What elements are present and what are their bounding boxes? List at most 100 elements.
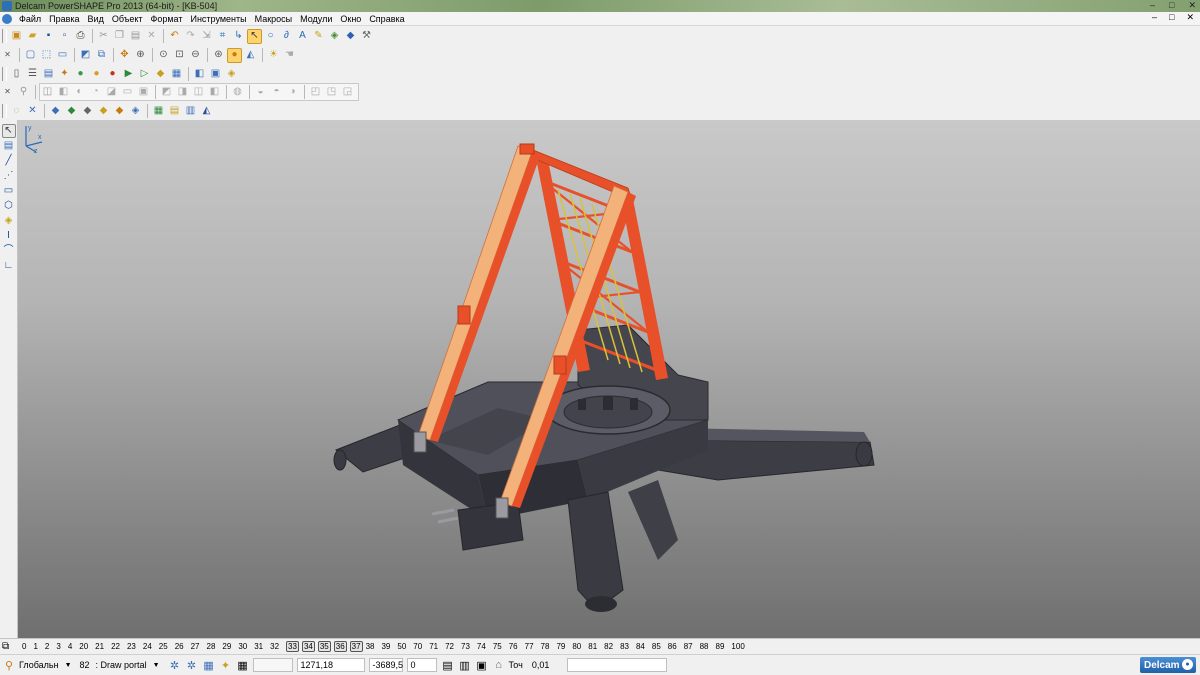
coord-z-field[interactable]: 0 <box>406 658 437 672</box>
dimension-tool-icon[interactable]: ∟ <box>2 259 16 273</box>
mdi-restore-button[interactable]: □ <box>1169 12 1174 23</box>
surface-green-icon[interactable]: ◆ <box>64 104 79 119</box>
copy-icon[interactable]: ❐ <box>112 29 127 44</box>
print-icon[interactable]: ⎙ <box>73 29 88 44</box>
close-button[interactable]: ✕ <box>1188 0 1196 11</box>
stack-icon[interactable]: ◆ <box>343 29 358 44</box>
open-icon[interactable]: ▣ <box>9 29 24 44</box>
level-button[interactable]: 70 <box>413 642 422 651</box>
sphere-red-icon[interactable]: ● <box>105 67 120 82</box>
graphics-viewport[interactable]: y x z <box>18 120 1200 638</box>
blend-icon[interactable]: ◒ <box>253 85 268 100</box>
multi-select-icon[interactable]: ▤ <box>2 139 16 153</box>
attribute-icon[interactable]: ◧ <box>192 67 207 82</box>
active-level-number[interactable]: 82 <box>80 660 90 670</box>
paste-icon[interactable]: ▤ <box>128 29 143 44</box>
level-manager-icon[interactable]: ⧉ <box>2 641 16 653</box>
menu-format[interactable]: Формат <box>147 14 187 24</box>
delete-icon[interactable]: ✕ <box>144 29 159 44</box>
cube-front-icon[interactable]: ⬚ <box>39 48 54 63</box>
paint-icon[interactable]: ✦ <box>57 67 72 82</box>
menu-tools[interactable]: Инструменты <box>186 14 250 24</box>
doc-icon[interactable]: ▯ <box>9 67 24 82</box>
menu-window[interactable]: Окно <box>336 14 365 24</box>
curve-pen-icon[interactable]: ∂ <box>279 29 294 44</box>
shell-icon[interactable]: ▭ <box>120 85 135 100</box>
menu-modules[interactable]: Модули <box>296 14 336 24</box>
level-button[interactable]: 87 <box>684 642 693 651</box>
doc-blue-icon[interactable]: ▤ <box>41 67 56 82</box>
boolean-icon[interactable]: ▣ <box>136 85 151 100</box>
surface-blue-icon[interactable]: ◆ <box>48 104 63 119</box>
layers-icon[interactable]: ◈ <box>327 29 342 44</box>
level-button[interactable]: 31 <box>254 642 263 651</box>
active-level-name[interactable]: : Draw portal <box>96 660 147 670</box>
solid-tool-icon[interactable]: ◈ <box>2 214 16 228</box>
revolve-icon[interactable]: ◐ <box>72 85 87 100</box>
redo-icon[interactable]: ↷ <box>183 29 198 44</box>
level-button[interactable]: 81 <box>588 642 597 651</box>
level-button[interactable]: 83 <box>620 642 629 651</box>
open-folder-icon[interactable]: ▰ <box>25 29 40 44</box>
level-button[interactable]: 39 <box>381 642 390 651</box>
close-toolbar-icon[interactable]: ✕ <box>0 48 15 63</box>
zoom-in-icon[interactable]: ⊕ <box>133 48 148 63</box>
snap-icon[interactable]: ✲ <box>168 658 182 672</box>
workplane-dropdown-icon[interactable]: ▼ <box>65 662 72 669</box>
level-button[interactable]: 88 <box>700 642 709 651</box>
globe-icon[interactable]: ⊛ <box>211 48 226 63</box>
cursor-icon[interactable]: ↖ <box>247 28 262 44</box>
tolerance-icon[interactable]: ⌂ <box>492 658 506 672</box>
pointer-icon[interactable]: ↖ <box>1 124 16 138</box>
offset-icon[interactable]: ◑ <box>285 85 300 100</box>
measure-icon[interactable]: ⌗ <box>215 29 230 44</box>
level-button[interactable]: 29 <box>222 642 231 651</box>
merge-icon[interactable]: ◈ <box>224 67 239 82</box>
export-icon[interactable]: ▣ <box>208 67 223 82</box>
wireframe-icon[interactable]: ◭ <box>243 48 258 63</box>
level-button[interactable]: 21 <box>95 642 104 651</box>
toolbar-handle[interactable] <box>2 29 7 43</box>
circle-icon[interactable]: ○ <box>263 29 278 44</box>
level-button[interactable]: 33 <box>286 641 299 652</box>
rotate-icon[interactable]: ↳ <box>231 29 246 44</box>
level-button[interactable]: 20 <box>79 642 88 651</box>
surface-orange-icon[interactable]: ◆ <box>112 104 127 119</box>
level-button[interactable]: 73 <box>461 642 470 651</box>
union-icon[interactable]: ◨ <box>175 85 190 100</box>
save-icon[interactable]: ▪ <box>41 29 56 44</box>
coord-y-field[interactable]: -3689,5 <box>368 658 403 672</box>
toolbar-handle[interactable] <box>2 104 7 118</box>
menu-edit[interactable]: Правка <box>45 14 83 24</box>
surface-multi-icon[interactable]: ◈ <box>128 104 143 119</box>
arrow-icon[interactable]: ▷ <box>137 67 152 82</box>
undo-icon[interactable]: ↶ <box>167 29 182 44</box>
fillet-icon[interactable]: ◔ <box>88 85 103 100</box>
pin-icon[interactable]: ⚲ <box>16 85 31 100</box>
level-button[interactable]: 80 <box>572 642 581 651</box>
box-icon[interactable]: ▢ <box>23 48 38 63</box>
split-icon[interactable]: ◰ <box>308 85 323 100</box>
document-icon[interactable] <box>2 13 12 24</box>
level-button[interactable]: 28 <box>207 642 216 651</box>
mesh-icon[interactable]: ▦ <box>151 104 166 119</box>
axis-x-icon[interactable]: ✕ <box>25 104 40 119</box>
intersect-icon[interactable]: ◧ <box>207 85 222 100</box>
level-button[interactable]: 76 <box>509 642 518 651</box>
level-button[interactable]: 23 <box>127 642 136 651</box>
calculator-small-icon[interactable]: ▣ <box>475 658 489 672</box>
line-tool-icon[interactable]: ╱ <box>2 154 16 168</box>
level-button[interactable]: 27 <box>191 642 200 651</box>
minimize-button[interactable]: – <box>1150 0 1155 11</box>
curve-tool-icon[interactable]: ⌒ <box>2 244 16 258</box>
level-button[interactable]: 78 <box>541 642 550 651</box>
multi-view-icon[interactable]: ⧉ <box>94 48 109 63</box>
level-button[interactable]: 79 <box>556 642 565 651</box>
tools-icon[interactable]: ⚒ <box>359 29 374 44</box>
polygon-tool-icon[interactable]: ⬡ <box>2 199 16 213</box>
chamfer-icon[interactable]: ◪ <box>104 85 119 100</box>
mirror-icon[interactable]: ◲ <box>340 85 355 100</box>
pan-icon[interactable]: ✥ <box>117 48 132 63</box>
coord-lock-icon[interactable]: ▥ <box>458 658 472 672</box>
level-button[interactable]: 32 <box>270 642 279 651</box>
